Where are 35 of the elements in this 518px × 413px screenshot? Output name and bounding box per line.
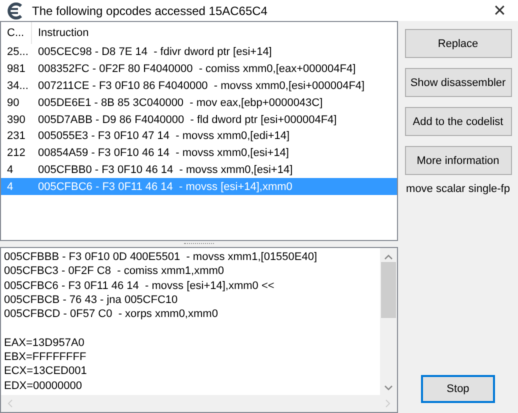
- action-button[interactable]: Add to the codelist: [404, 107, 512, 136]
- disassembly-box[interactable]: [0, 247, 398, 413]
- description-text: move scalar single-fp: [406, 183, 510, 196]
- code-line: 005CFBC3 - 0F2F C8 - comiss xmm1,xmm0: [4, 264, 226, 279]
- opcode-row[interactable]: 212 00854A59 - F3 0F10 46 14 - movss xmm0,[esi+14]: [1, 144, 397, 162]
- vertical-scrollbar[interactable]: [380, 248, 397, 395]
- opcode-row[interactable]: 231 005055E3 - F3 0F10 47 14 - movss xmm0,[edi+14]: [1, 128, 397, 145]
- register-line: EBX=FFFFFFFF: [4, 350, 88, 364]
- code-line: 005CFBBB - F3 0F10 0D 400E5501 - movss xmm1,[01550E40]: [4, 250, 318, 264]
- action-button[interactable]: Show disassembler: [404, 68, 512, 98]
- app-logo-icon: [6, 2, 24, 20]
- stop-button[interactable]: Stop: [421, 375, 495, 403]
- scroll-right-icon[interactable]: [385, 399, 391, 408]
- horizontal-scrollbar[interactable]: [1, 395, 397, 412]
- code-line: 005CFBCD - 0F57 C0 - xorps xmm0,xmm0: [4, 307, 219, 322]
- action-button[interactable]: More information: [404, 146, 512, 176]
- close-button[interactable]: ✕: [489, 0, 510, 21]
- register-line: EDX=00000000: [4, 378, 83, 393]
- opcode-row[interactable]: 4 005CFBB0 - F3 0F10 46 14 - movss xmm0,[esi+14]: [1, 162, 397, 178]
- opcode-row[interactable]: 981 008352FC - 0F2F 80 F4040000 - comiss xmm0,[eax+000004F4]: [1, 60, 397, 78]
- scroll-left-icon[interactable]: [7, 399, 13, 408]
- column-header[interactable]: Instruction: [32, 22, 397, 44]
- register-line: EAX=13D957A0: [4, 336, 86, 350]
- action-button[interactable]: Replace: [404, 29, 512, 58]
- code-line: 005CFBC6 - F3 0F11 46 14 - movss [esi+14],xmm0 <<: [4, 278, 276, 293]
- scroll-down-icon[interactable]: [384, 385, 393, 391]
- code-line: 005CFBCB - 76 43 - jna 005CFC10: [4, 292, 179, 308]
- scroll-up-icon[interactable]: [384, 254, 393, 260]
- opcode-row[interactable]: 34... 007211CE - F3 0F10 86 F4040000 - movss xmm0,[esi+000004F4]: [1, 78, 397, 94]
- opcode-row[interactable]: 25... 005CEC98 - D8 7E 14 - fdivr dword ptr [esi+14]: [1, 44, 397, 61]
- window-title: The following opcodes accessed 15AC65C4: [32, 4, 268, 18]
- register-line: ECX=13CED001: [4, 364, 88, 379]
- opcode-row[interactable]: 90 005DE6E1 - 8B 85 3C040000 - mov eax,[ebp+0000043C]: [1, 94, 397, 112]
- opcode-row[interactable]: 390 005D7ABB - D9 86 F4040000 - fld dword ptr [esi+000004F4]: [1, 111, 397, 128]
- column-header[interactable]: C...: [1, 22, 32, 44]
